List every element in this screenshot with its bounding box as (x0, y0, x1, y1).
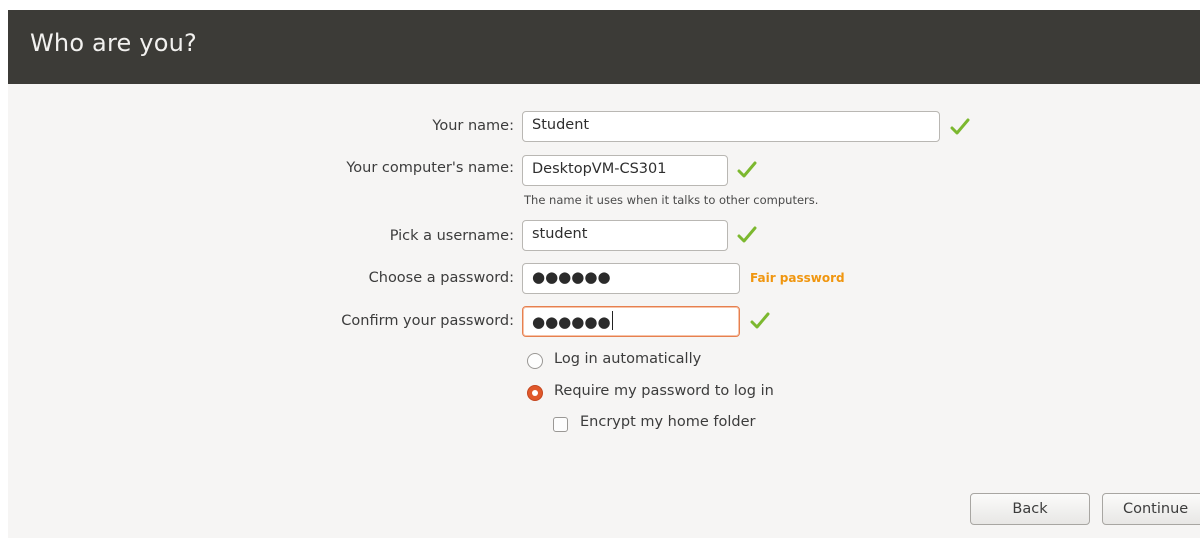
name-label: Your name: (432, 118, 514, 134)
confirm-password-masked-value: ●●●●●● (532, 313, 611, 331)
computer-name-valid-check-icon (737, 161, 757, 178)
computer-name-hint: The name it uses when it talks to other … (524, 193, 819, 207)
username-label: Pick a username: (389, 228, 514, 244)
computer-name-label: Your computer's name: (346, 160, 514, 176)
username-valid-check-icon (737, 226, 757, 243)
password-strength-label: Fair password (750, 271, 845, 285)
confirm-password-label: Confirm your password: (341, 313, 514, 329)
page-title: Who are you? (30, 29, 197, 57)
back-button[interactable]: Back (970, 493, 1090, 525)
auto-login-label[interactable]: Log in automatically (554, 351, 701, 367)
username-value: student (532, 226, 588, 242)
name-valid-check-icon (950, 118, 970, 135)
encrypt-home-label[interactable]: Encrypt my home folder (580, 414, 756, 430)
require-password-radio[interactable] (527, 385, 543, 401)
name-field[interactable]: Student (522, 111, 940, 142)
password-field[interactable]: ●●●●●● (522, 263, 740, 294)
text-caret (611, 311, 613, 330)
password-masked-value: ●●●●●● (532, 268, 611, 286)
require-password-label[interactable]: Require my password to log in (554, 383, 774, 399)
computer-name-value: DesktopVM-CS301 (532, 161, 667, 177)
name-value: Student (532, 117, 590, 133)
page-header: Who are you? (8, 10, 1200, 84)
confirm-password-valid-check-icon (750, 312, 770, 329)
username-field[interactable]: student (522, 220, 728, 251)
auto-login-radio[interactable] (527, 353, 543, 369)
computer-name-field[interactable]: DesktopVM-CS301 (522, 155, 728, 186)
continue-button[interactable]: Continue (1102, 493, 1200, 525)
encrypt-home-checkbox[interactable] (553, 417, 568, 432)
confirm-password-field[interactable]: ●●●●●● (522, 306, 740, 337)
window-top-border (0, 0, 1200, 10)
password-label: Choose a password: (368, 270, 514, 286)
